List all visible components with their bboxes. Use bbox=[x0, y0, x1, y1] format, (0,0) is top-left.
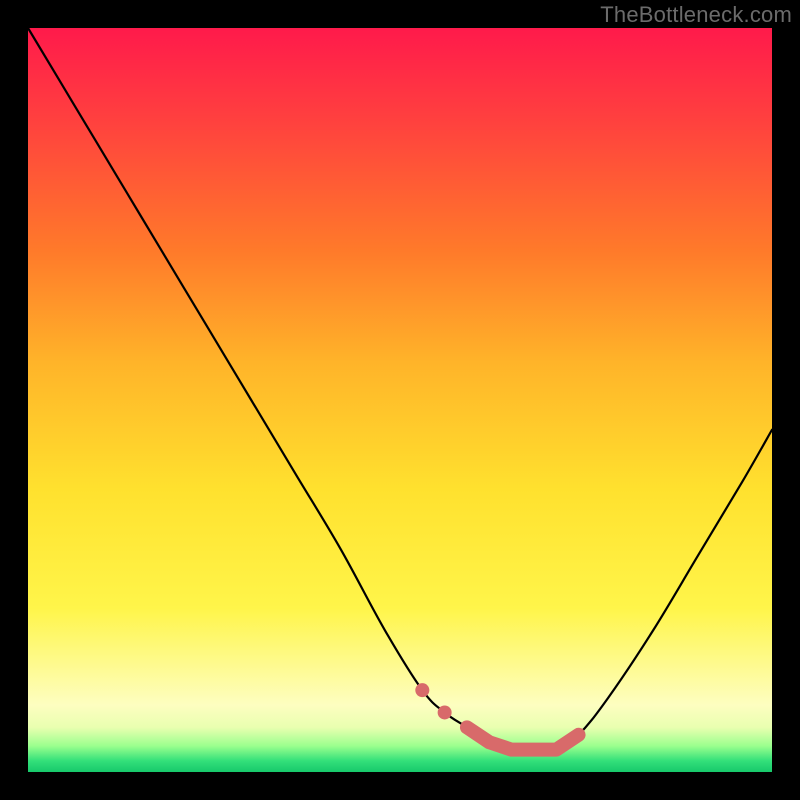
chart-frame: TheBottleneck.com bbox=[0, 0, 800, 800]
optimal-zone-segment bbox=[467, 727, 579, 749]
watermark-text: TheBottleneck.com bbox=[600, 2, 792, 28]
plot-area bbox=[28, 28, 772, 772]
optimal-zone-dot bbox=[415, 683, 429, 697]
optimal-zone-markers bbox=[415, 683, 578, 750]
bottleneck-curve bbox=[28, 28, 772, 751]
chart-svg bbox=[28, 28, 772, 772]
optimal-zone-dot bbox=[438, 705, 452, 719]
